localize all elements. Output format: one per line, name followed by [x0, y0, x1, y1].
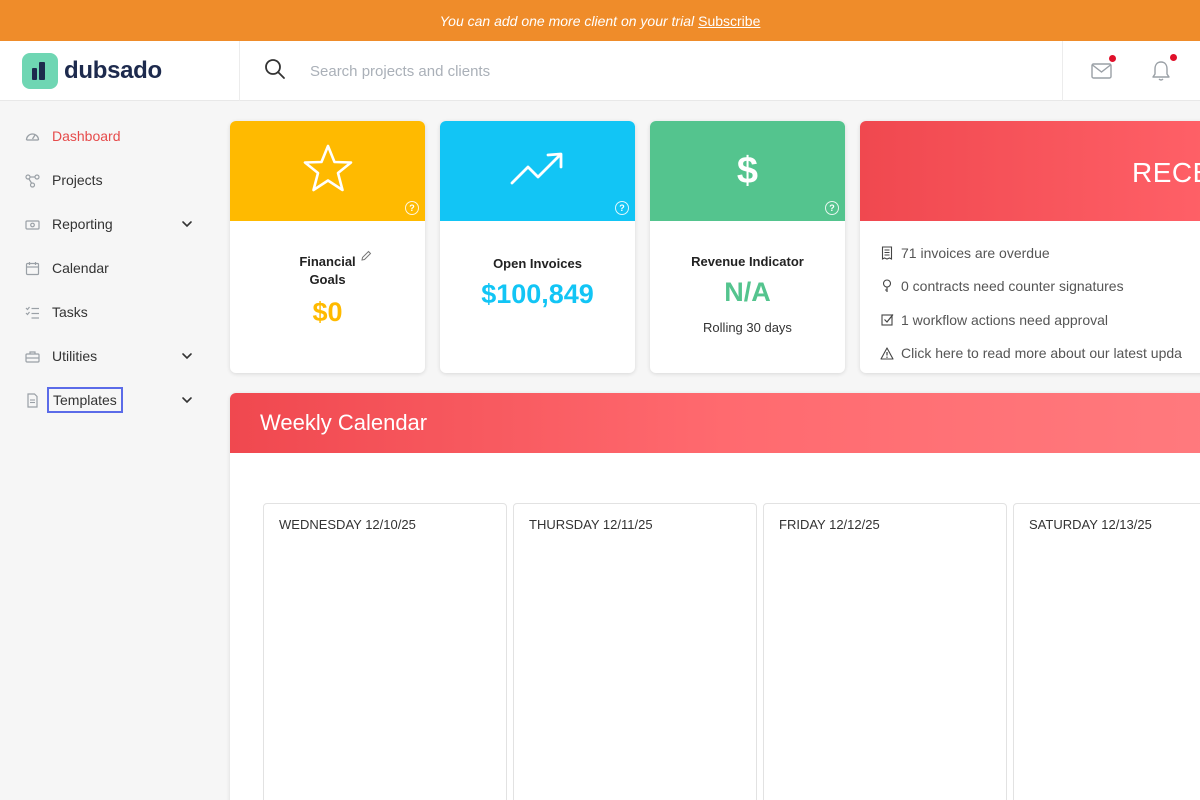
award-icon — [880, 279, 894, 293]
sidebar-item-label: Utilities — [52, 348, 98, 364]
search-bar — [240, 41, 1062, 101]
revenue-indicator-value: N/A — [724, 277, 771, 307]
calendar-icon — [24, 260, 40, 276]
bell-notification-dot — [1169, 54, 1177, 61]
revenue-indicator-card[interactable]: $ ? Revenue Indicator N/A Rolling 30 day… — [650, 121, 845, 373]
utilities-icon — [24, 348, 40, 364]
checkbox-icon — [880, 313, 894, 326]
card-title-line2: Goals — [309, 272, 346, 287]
dollar-icon: $ — [736, 149, 759, 192]
day-column[interactable]: SATURDAY 12/13/25 — [1013, 503, 1200, 800]
warning-icon — [880, 347, 894, 360]
weekly-calendar-title: Weekly Calendar — [260, 410, 428, 435]
dashboard-icon — [24, 128, 40, 144]
sidebar-item-templates[interactable]: Templates — [24, 386, 199, 414]
bell-icon[interactable] — [1148, 54, 1177, 84]
weekly-calendar: Weekly Calendar WEDNESDAY 12/10/25 THURS… — [230, 393, 1200, 800]
chevron-down-icon[interactable] — [181, 349, 193, 367]
recent-activity-card: RECE 71 invoices are overdue 0 contracts… — [860, 121, 1200, 373]
sidebar-item-tasks[interactable]: Tasks — [24, 298, 199, 326]
recent-activity-header: RECE — [860, 121, 1200, 221]
sidebar-item-projects[interactable]: Projects — [24, 166, 199, 194]
header-icons — [1062, 41, 1200, 101]
day-label: FRIDAY 12/12/25 — [779, 517, 880, 532]
financial-goals-card-header: ? — [230, 121, 425, 221]
chevron-down-icon[interactable] — [181, 393, 193, 411]
sidebar-item-label: Projects — [52, 172, 103, 188]
sidebar-item-label: Calendar — [52, 260, 109, 276]
revenue-indicator-note: Rolling 30 days — [703, 320, 792, 335]
sidebar-item-label: Reporting — [52, 216, 113, 232]
trial-banner: You can add one more client on your tria… — [0, 0, 1200, 41]
subscribe-link[interactable]: Subscribe — [698, 13, 760, 29]
day-label: SATURDAY 12/13/25 — [1029, 517, 1152, 532]
open-invoices-card[interactable]: ? Open Invoices $100,849 — [440, 121, 635, 373]
sidebar-item-reporting[interactable]: Reporting — [24, 210, 199, 238]
mail-notification-dot — [1109, 55, 1117, 62]
trending-up-icon — [510, 151, 566, 192]
trial-banner-text: You can add one more client on your tria… — [439, 12, 695, 29]
recent-item-overdue-invoices[interactable]: 71 invoices are overdue — [860, 236, 1200, 270]
chevron-down-icon[interactable] — [181, 217, 193, 235]
open-invoices-value: $100,849 — [481, 279, 594, 309]
recent-activity-list: 71 invoices are overdue 0 contracts need… — [860, 221, 1200, 370]
recent-item-news[interactable]: Click here to read more about our latest… — [860, 337, 1200, 371]
recent-item-workflow[interactable]: 1 workflow actions need approval — [860, 303, 1200, 337]
open-invoices-card-header: ? — [440, 121, 635, 221]
day-label: THURSDAY 12/11/25 — [529, 517, 653, 532]
recent-item-text: 0 contracts need counter signatures — [901, 278, 1124, 295]
sidebar: Dashboard Projects Reporting Calendar Ta… — [0, 101, 215, 800]
sidebar-item-dashboard[interactable]: Dashboard — [24, 122, 199, 150]
help-icon[interactable]: ? — [615, 201, 629, 215]
recent-item-text: 1 workflow actions need approval — [901, 311, 1109, 328]
day-column[interactable]: FRIDAY 12/12/25 — [763, 503, 1007, 800]
weekly-calendar-header: Weekly Calendar — [230, 393, 1200, 453]
card-title: Open Invoices — [493, 256, 582, 271]
sidebar-item-label: Dashboard — [52, 128, 121, 144]
sidebar-item-calendar[interactable]: Calendar — [24, 254, 199, 282]
logo[interactable]: dubsado — [0, 41, 240, 101]
revenue-indicator-card-header: $ ? — [650, 121, 845, 221]
tasks-icon — [24, 304, 40, 320]
mail-icon[interactable] — [1089, 55, 1117, 84]
card-title: Financial — [299, 254, 356, 269]
recent-activity-title: RECE — [1132, 157, 1200, 188]
pencil-icon[interactable] — [360, 249, 372, 267]
sidebar-item-label: Tasks — [52, 304, 88, 320]
search-icon[interactable] — [264, 58, 286, 85]
logo-mark-icon — [22, 53, 58, 89]
help-icon[interactable]: ? — [405, 201, 419, 215]
star-icon — [301, 143, 355, 200]
sidebar-item-label: Templates — [47, 387, 123, 413]
search-input[interactable] — [310, 62, 910, 80]
day-column[interactable]: THURSDAY 12/11/25 — [513, 503, 757, 800]
reporting-icon — [24, 216, 40, 232]
financial-goals-card[interactable]: ? Financial Goals $0 — [230, 121, 425, 373]
logo-text: dubsado — [64, 57, 162, 84]
financial-goals-value: $0 — [312, 297, 343, 327]
invoice-icon — [880, 246, 894, 260]
card-title: Revenue Indicator — [691, 254, 804, 269]
projects-icon — [24, 172, 40, 188]
recent-item-text: 71 invoices are overdue — [901, 244, 1050, 261]
day-column[interactable]: WEDNESDAY 12/10/25 — [263, 503, 507, 800]
templates-icon — [24, 392, 40, 408]
help-icon[interactable]: ? — [825, 201, 839, 215]
recent-item-contracts[interactable]: 0 contracts need counter signatures — [860, 270, 1200, 304]
recent-item-text: Click here to read more about our latest… — [901, 345, 1182, 362]
top-bar: dubsado — [0, 41, 1200, 101]
day-label: WEDNESDAY 12/10/25 — [279, 517, 416, 532]
sidebar-item-utilities[interactable]: Utilities — [24, 342, 199, 370]
